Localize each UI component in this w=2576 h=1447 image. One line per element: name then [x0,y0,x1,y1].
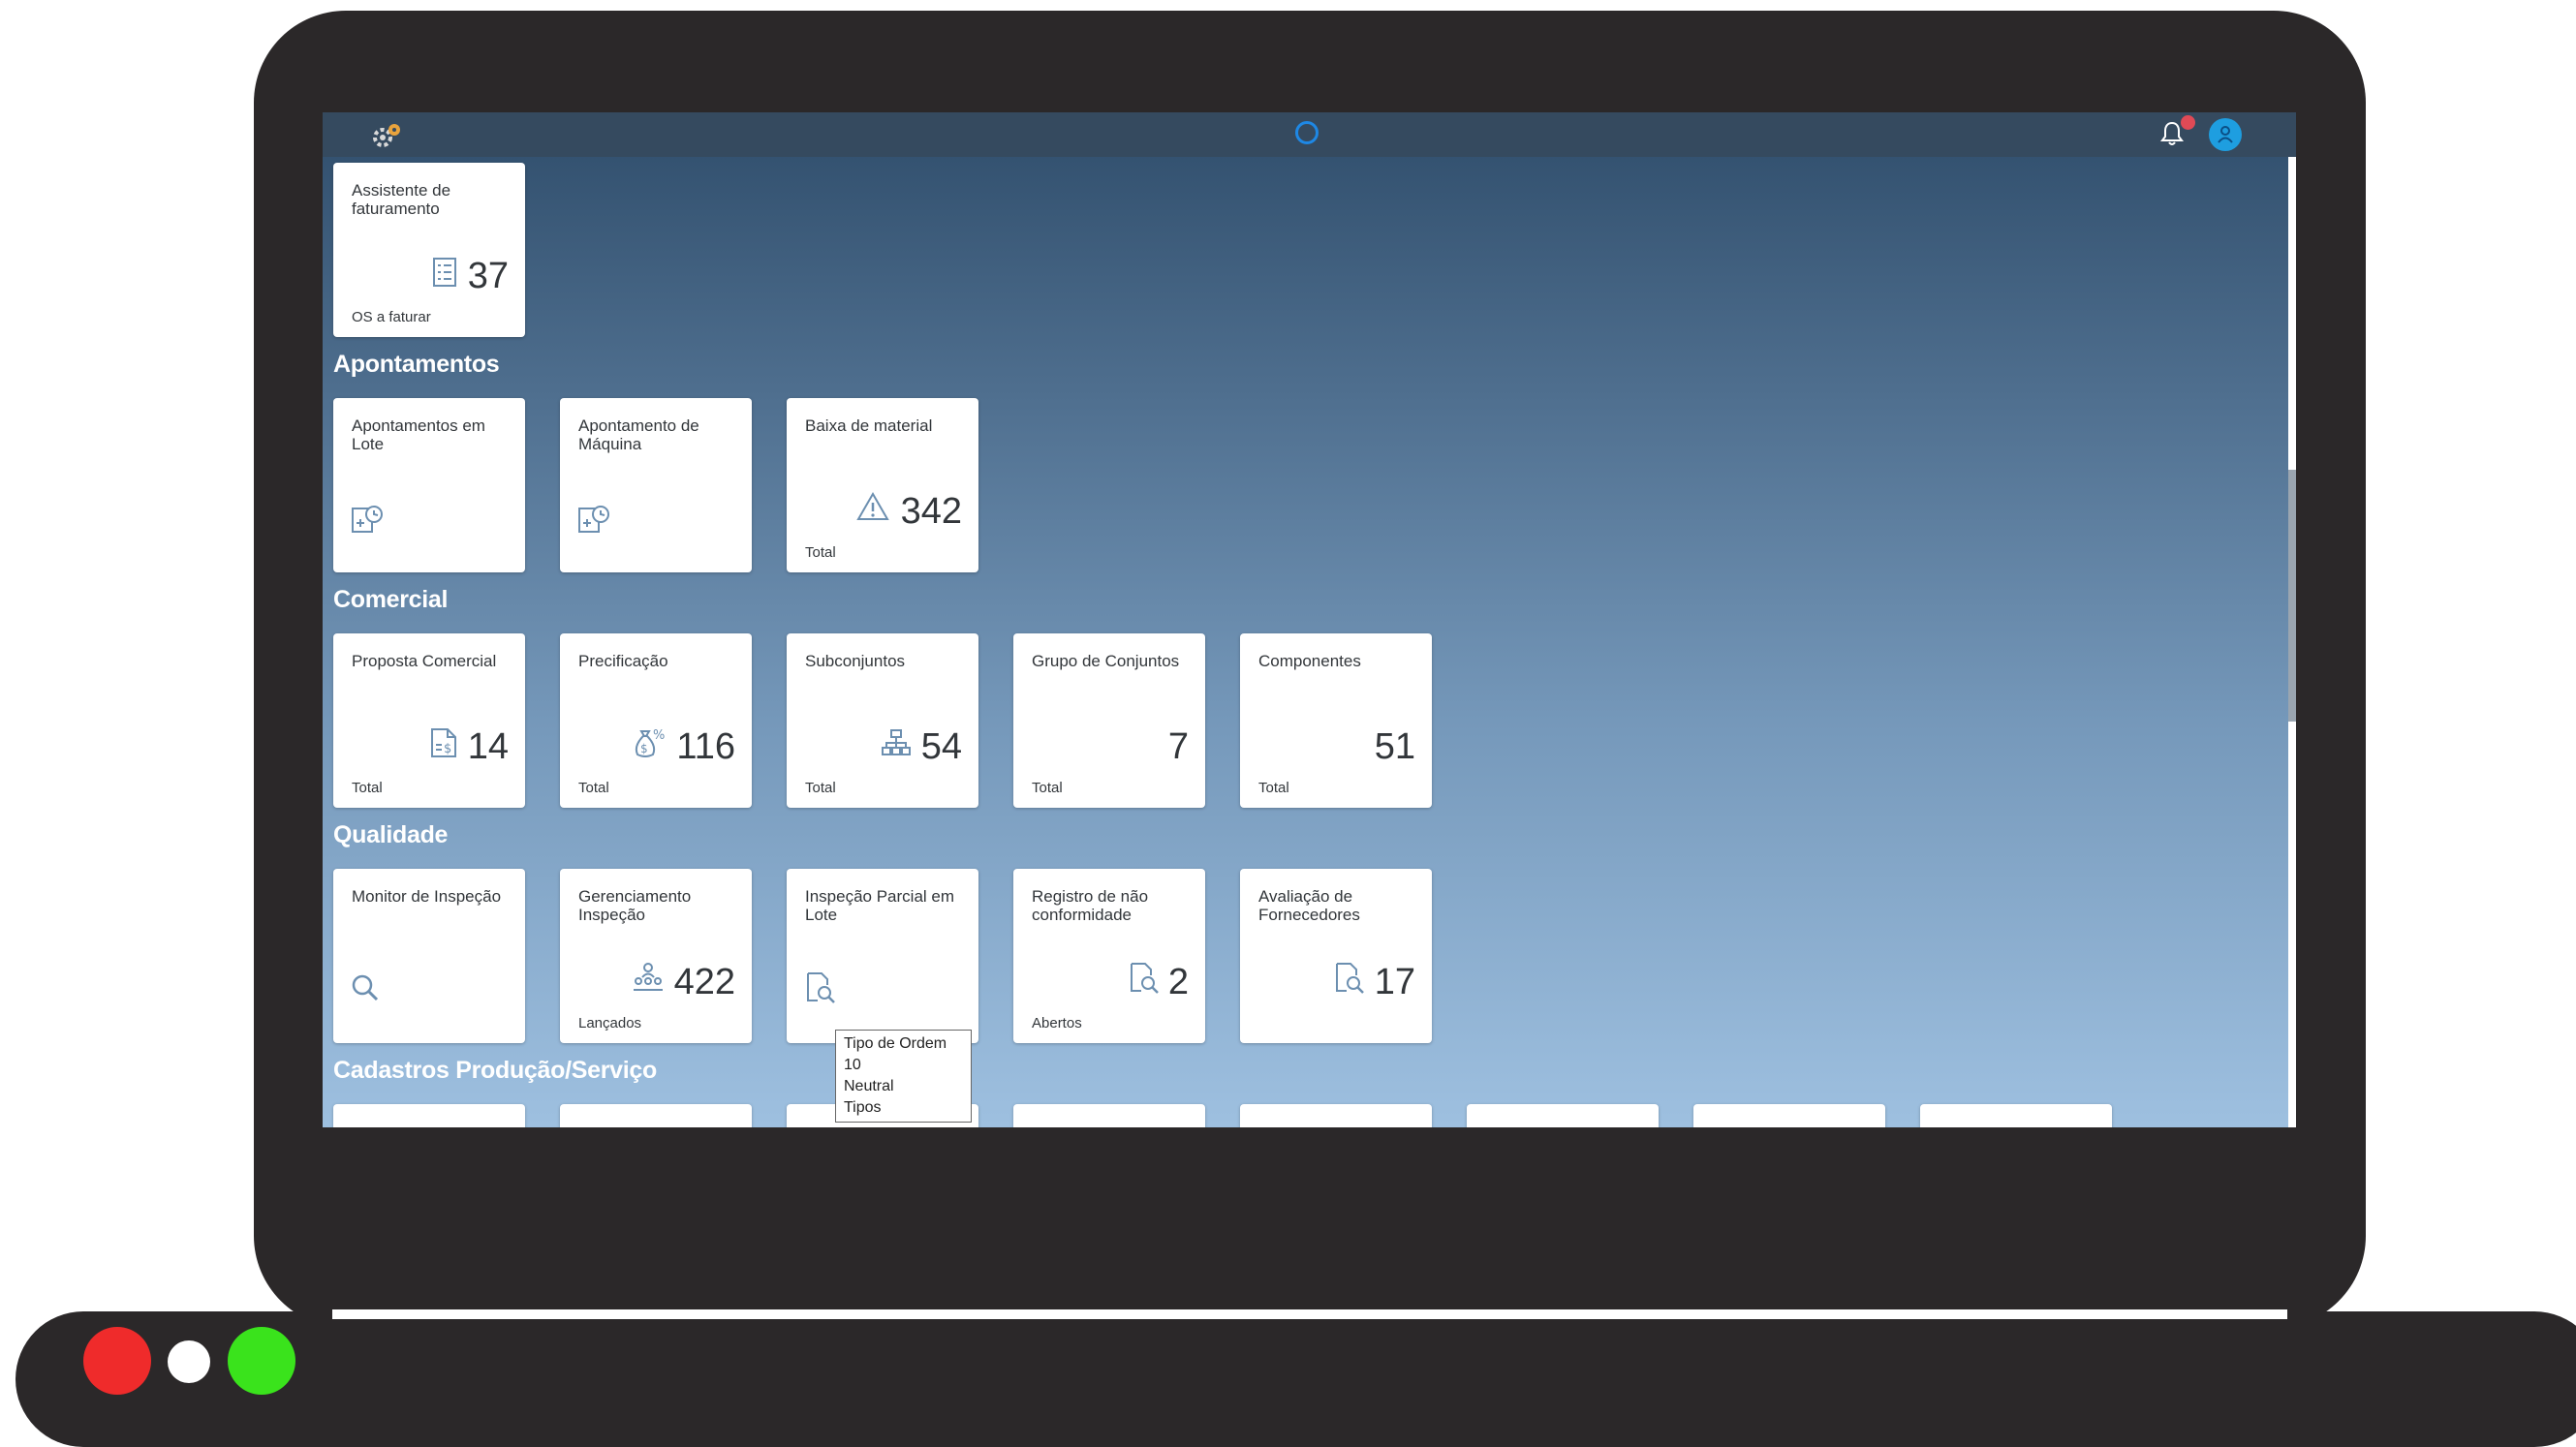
list-icon [432,257,457,292]
section-title-qualidade: Qualidade [333,821,449,848]
tile-precificacao[interactable]: Precificação $% 116 Total [560,633,752,808]
tile-footer: OS a faturar [352,309,431,325]
time-entry-icon [351,503,384,539]
tile-number: 342 [900,491,962,532]
inspect-document-icon [804,971,837,1009]
tile-cadastro-1[interactable] [333,1104,525,1127]
user-avatar-icon[interactable] [2209,118,2242,151]
window-minimize-button[interactable] [168,1340,210,1383]
tile-title: Subconjuntos [805,652,906,670]
tile-number: 17 [1374,962,1415,1002]
inspect-document-icon [1333,962,1366,1000]
hierarchy-icon [881,728,912,762]
search-icon [351,973,380,1007]
tile-title: Avaliação de Fornecedores [1258,887,1360,924]
tile-title: Baixa de material [805,416,933,435]
tile-number: 54 [920,726,962,767]
tile-avaliacao-de-fornecedores[interactable]: Avaliação de Fornecedores 17 [1240,869,1432,1043]
tile-cadastro-7[interactable] [1693,1104,1885,1127]
tile-componentes[interactable]: Componentes 51 Total [1240,633,1432,808]
tile-title: Apontamento de Máquina [578,416,699,453]
window-maximize-button[interactable] [228,1327,295,1395]
tile-footer: Total [805,544,836,561]
company-logo-icon[interactable] [369,120,408,154]
notification-badge [2181,115,2195,130]
section-title-cadastros: Cadastros Produção/Serviço [333,1057,657,1084]
tile-apontamentos-em-lote[interactable]: Apontamentos em Lote [333,398,525,572]
tile-cadastro-4[interactable] [1013,1104,1205,1127]
tile-title: Componentes [1258,652,1361,670]
tile-cadastro-5[interactable] [1240,1104,1432,1127]
tile-number: 422 [673,962,735,1002]
tooltip-line: Neutral [844,1078,894,1094]
tile-footer: Total [805,780,836,796]
tile-title: Registro de não conformidade [1032,887,1149,924]
tile-number: 51 [1374,726,1415,767]
tile-title: Apontamentos em Lote [352,416,485,453]
tile-subconjuntos[interactable]: Subconjuntos 54 Total [787,633,978,808]
tile-title: Inspeção Parcial em Lote [805,887,955,924]
tile-cadastro-2[interactable] [560,1104,752,1127]
tile-title: Grupo de Conjuntos [1032,652,1180,670]
tile-proposta-comercial[interactable]: Proposta Comercial $ 14 Total [333,633,525,808]
tile-title: Precificação [578,652,668,670]
svg-text:$: $ [640,742,648,755]
tooltip-line: Tipos [844,1099,882,1116]
tile-footer: Abertos [1032,1015,1082,1031]
section-title-apontamentos: Apontamentos [333,351,500,378]
inspect-document-icon [1128,962,1161,1000]
laptop-hinge-strip [332,1309,2287,1319]
vertical-scrollbar[interactable] [2288,157,2296,1127]
section-title-comercial: Comercial [333,586,449,613]
tile-gerenciamento-inspecao[interactable]: Gerenciamento Inspeção 422 Lançados [560,869,752,1043]
tooltip-line: Tipo de Ordem [844,1035,947,1052]
tile-title: Gerenciamento Inspeção [578,887,692,924]
warning-icon [856,491,889,527]
tile-cadastro-6[interactable] [1467,1104,1659,1127]
tile-monitor-de-inspecao[interactable]: Monitor de Inspeção [333,869,525,1043]
window-close-button[interactable] [83,1327,151,1395]
tile-title: Monitor de Inspeção [352,887,502,906]
svg-text:$: $ [444,742,451,756]
document-money-icon: $ [428,727,459,763]
tile-assistente-de-faturamento[interactable]: Assistente de faturamento 37 OS a fatura… [333,163,525,337]
tile-baixa-de-material[interactable]: Baixa de material 342 Total [787,398,978,572]
tile-registro-de-nao-conformidade[interactable]: Registro de não conformidade 2 Abertos [1013,869,1205,1043]
svg-text:%: % [653,728,665,743]
tooltip-line: 10 [844,1057,861,1073]
tile-footer: Total [1032,780,1063,796]
tile-cadastro-8[interactable] [1920,1104,2112,1127]
tile-title: Proposta Comercial [352,652,497,670]
tile-number: 2 [1167,962,1189,1002]
tile-footer: Total [352,780,383,796]
money-bag-icon: $% [632,726,667,764]
time-entry-icon [577,503,610,539]
tile-title: Assistente de faturamento [352,181,451,218]
tile-grupo-de-conjuntos[interactable]: Grupo de Conjuntos 7 Total [1013,633,1205,808]
tile-number: 37 [467,256,509,296]
tooltip: Tipo de Ordem 10 Neutral Tipos [835,1030,972,1123]
tile-footer: Total [1258,780,1289,796]
scrollbar-thumb[interactable] [2288,470,2296,722]
ai-assistant-ring-icon[interactable] [1295,121,1319,144]
tile-number: 14 [467,726,509,767]
group-icon [632,962,665,998]
tile-number: 116 [676,726,735,767]
app-screen: Assistente de faturamento 37 OS a fatura… [323,112,2296,1127]
tile-footer: Total [578,780,609,796]
tile-footer: Lançados [578,1015,642,1031]
tile-inspecao-parcial-em-lote[interactable]: Inspeção Parcial em Lote [787,869,978,1043]
tile-number: 7 [1167,726,1189,767]
tile-apontamento-de-maquina[interactable]: Apontamento de Máquina [560,398,752,572]
shell-bar [323,112,2296,157]
laptop-base [16,1311,2576,1447]
